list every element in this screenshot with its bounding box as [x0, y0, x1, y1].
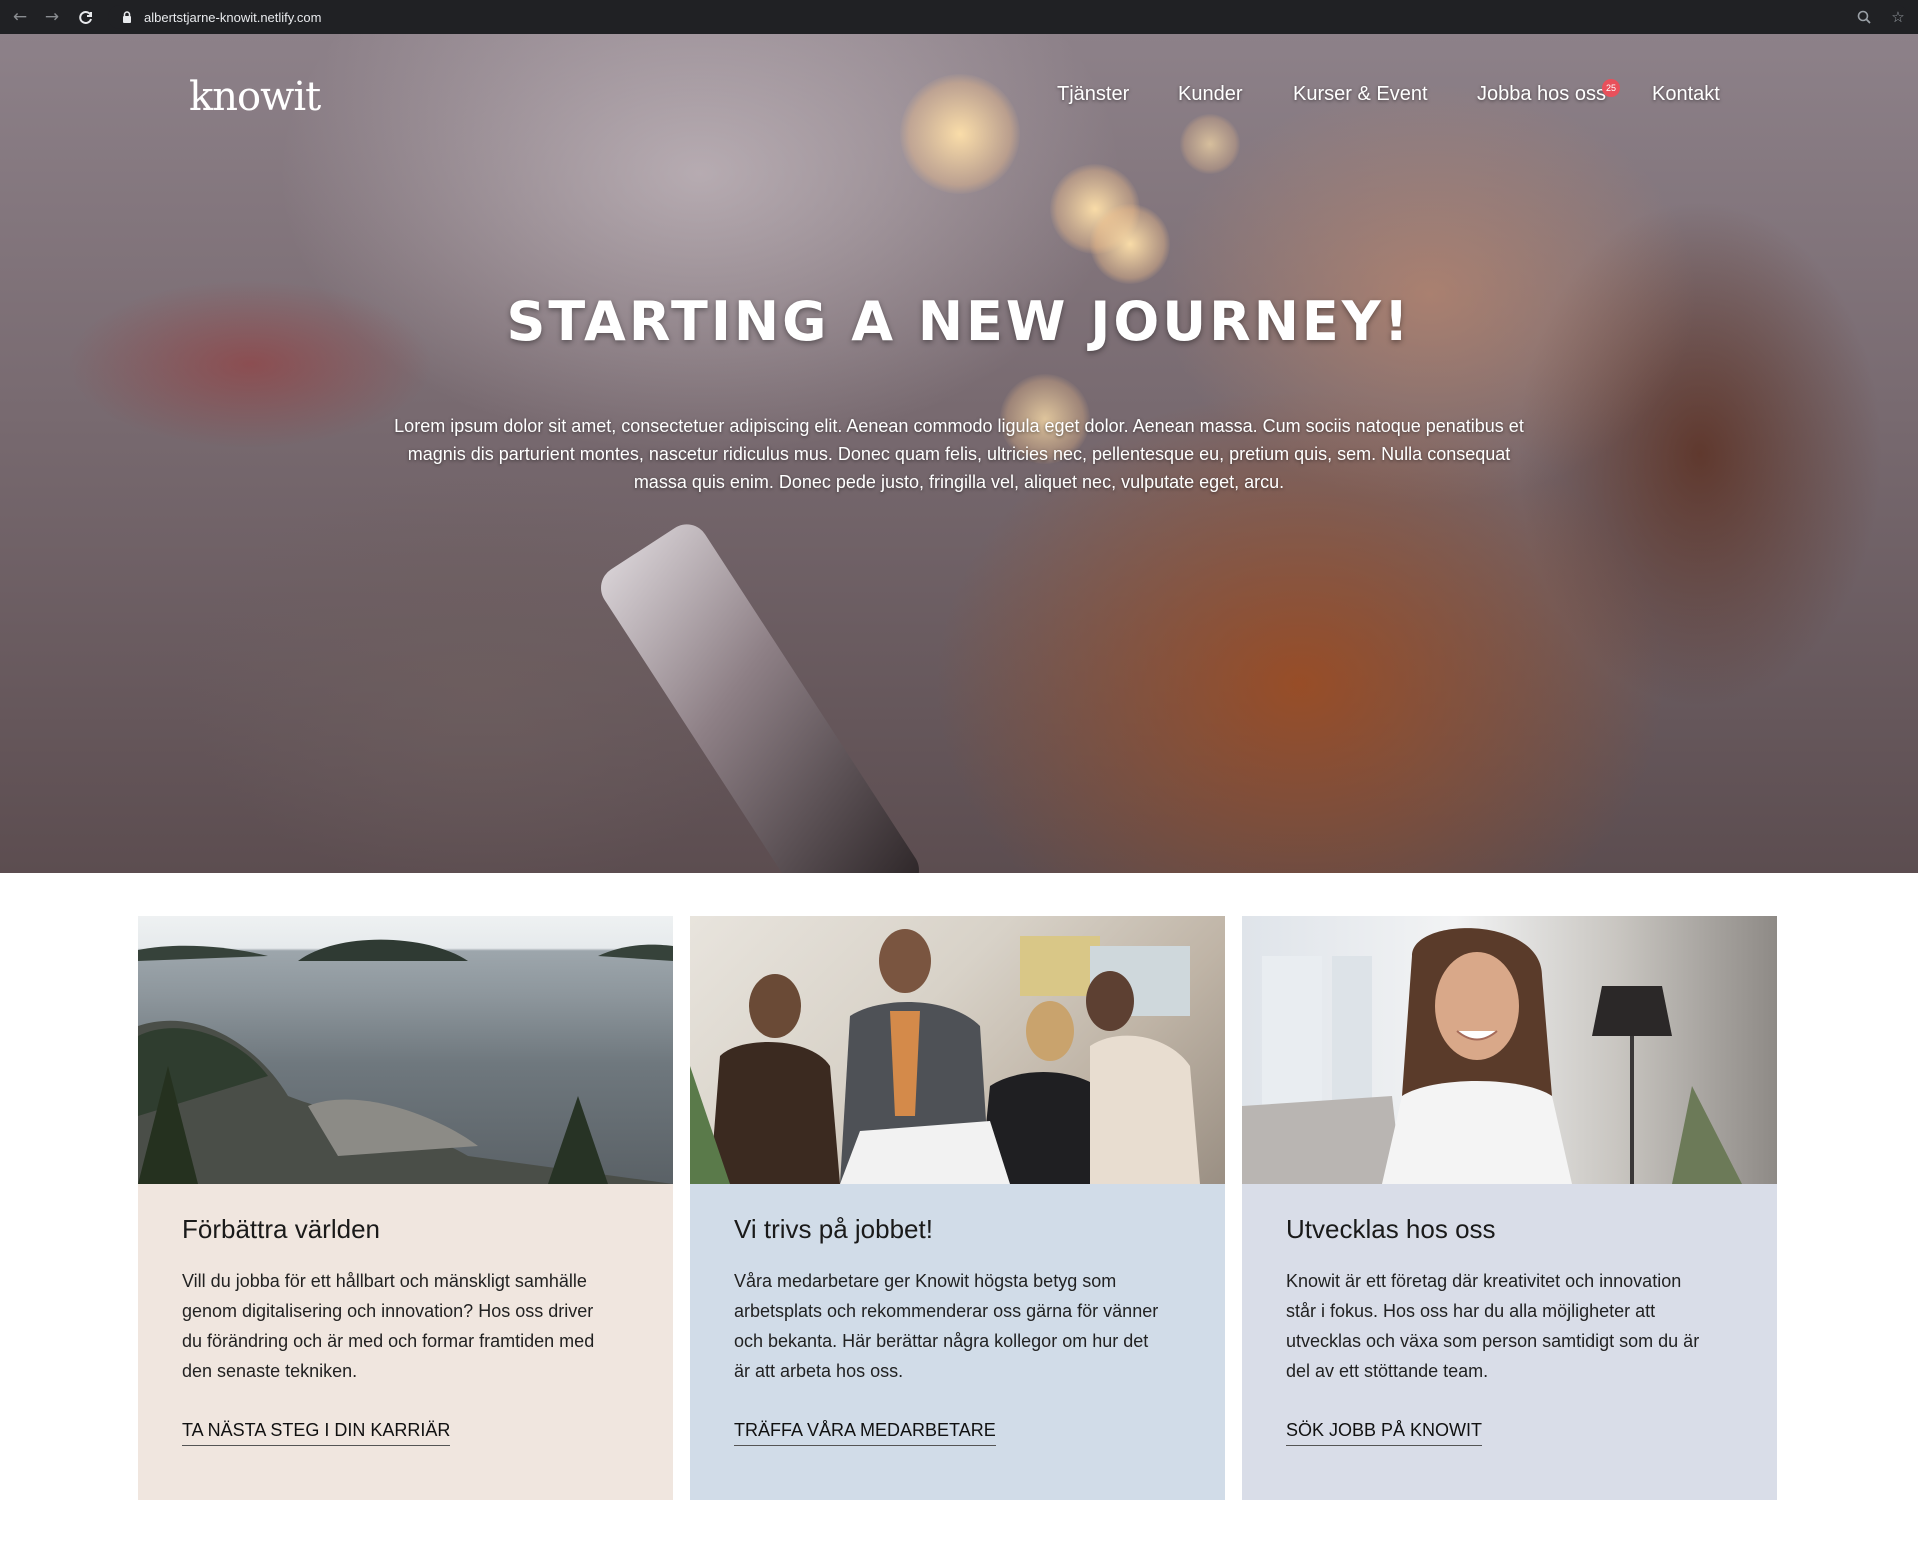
card-image-smiling-woman [1242, 916, 1777, 1184]
card-body: Utvecklas hos oss Knowit är ett företag … [1242, 1184, 1777, 1500]
url-text: albertstjarne-knowit.netlify.com [144, 9, 322, 25]
nav-item-kunder[interactable]: Kunder [1178, 83, 1243, 106]
card-text: Vill du jobba för ett hållbart och mänsk… [182, 1271, 595, 1381]
nav-item-jobba-hos-oss[interactable]: Jobba hos oss [1477, 83, 1606, 106]
card-image-colleagues [690, 916, 1225, 1184]
card-text: Våra medarbetare ger Knowit högsta betyg… [734, 1271, 1159, 1381]
bokeh-light [1090, 204, 1170, 284]
address-bar[interactable]: albertstjarne-knowit.netlify.com [108, 5, 1908, 29]
card-link-sok-jobb[interactable]: SÖK JOBB PÅ KNOWIT [1286, 1420, 1483, 1446]
nav-item-kontakt[interactable]: Kontakt [1652, 83, 1720, 106]
feature-cards: Förbättra världen Vill du jobba för ett … [138, 916, 1778, 1500]
lock-icon [120, 10, 134, 24]
reload-icon [79, 11, 92, 24]
card-body: Förbättra världen Vill du jobba för ett … [138, 1184, 673, 1500]
back-button[interactable]: ← [8, 5, 32, 29]
magnifier-icon[interactable] [1854, 7, 1874, 27]
browser-toolbar: ← → albertstjarne-knowit.netlify.com ☆ [0, 0, 1918, 34]
card-text: Knowit är ett företag där kreativitet oc… [1286, 1271, 1700, 1381]
nav-item-tjanster[interactable]: Tjänster [1057, 83, 1129, 106]
card-body: Vi trivs på jobbet! Våra medarbetare ger… [690, 1184, 1225, 1500]
main-navigation: Tjänster Kunder Kurser & Event Jobba hos… [0, 83, 1918, 113]
card-vi-trivs: Vi trivs på jobbet! Våra medarbetare ger… [690, 916, 1225, 1500]
forward-button[interactable]: → [40, 5, 64, 29]
hero-section: knowit Tjänster Kunder Kurser & Event Jo… [0, 34, 1918, 873]
arrow-left-icon: ← [12, 7, 28, 27]
bokeh-light [1180, 114, 1240, 174]
card-title: Förbättra världen [182, 1214, 380, 1244]
card-utvecklas: Utvecklas hos oss Knowit är ett företag … [1242, 916, 1777, 1500]
hero-title: STARTING A NEW JOURNEY! [506, 290, 1412, 353]
card-title: Utvecklas hos oss [1286, 1214, 1496, 1244]
arrow-right-icon: → [44, 7, 60, 27]
reload-button[interactable] [74, 5, 98, 29]
card-image-archipelago [138, 916, 673, 1184]
card-link-medarbetare[interactable]: TRÄFFA VÅRA MEDARBETARE [734, 1420, 996, 1446]
star-icon[interactable]: ☆ [1888, 7, 1908, 27]
card-forbattra-varlden: Förbättra världen Vill du jobba för ett … [138, 916, 673, 1500]
smartphone-image [592, 516, 928, 873]
job-count-badge: 25 [1602, 79, 1620, 97]
hero-lead-text: Lorem ipsum dolor sit amet, consectetuer… [394, 416, 1524, 492]
card-link-karriar[interactable]: TA NÄSTA STEG I DIN KARRIÄR [182, 1420, 451, 1446]
nav-item-kurser-event[interactable]: Kurser & Event [1293, 83, 1428, 106]
card-title: Vi trivs på jobbet! [734, 1214, 933, 1244]
